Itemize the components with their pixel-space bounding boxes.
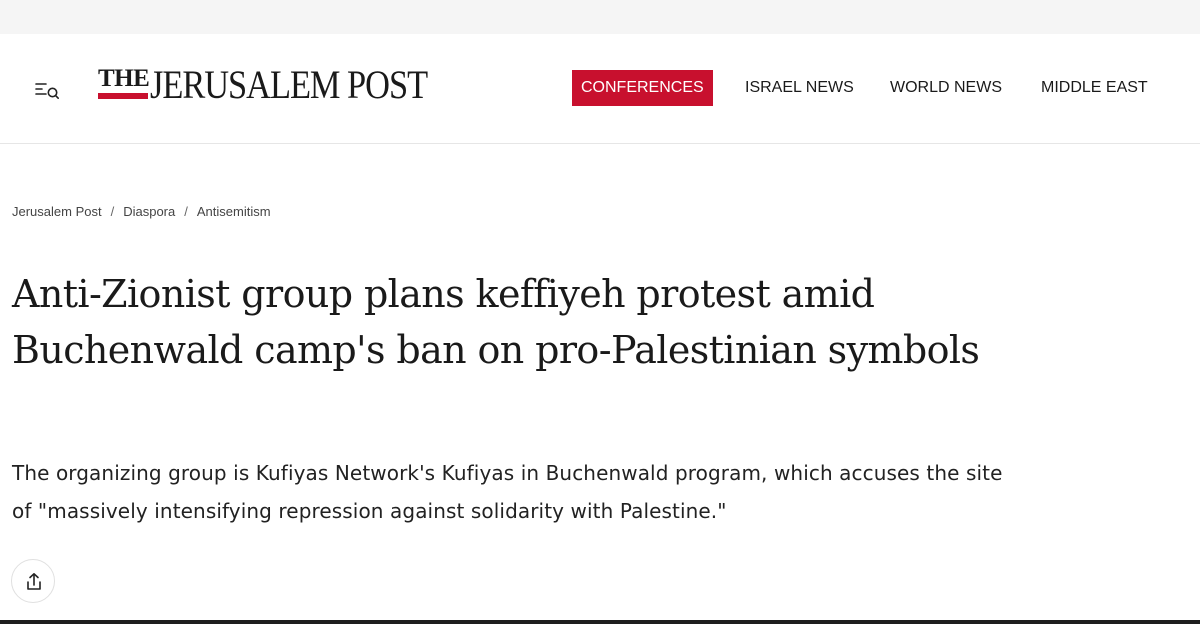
breadcrumb: Jerusalem Post / Diaspora / Antisemitism [12, 204, 271, 219]
menu-search-icon [35, 83, 60, 100]
top-strip [0, 0, 1200, 34]
nav-israel-news[interactable]: ISRAEL NEWS [745, 70, 854, 106]
logo-name: JERUSALEM POST [150, 62, 428, 107]
breadcrumb-antisemitism[interactable]: Antisemitism [197, 204, 271, 219]
share-icon [27, 573, 41, 590]
article-title: Anti-Zionist group plans keffiyeh protes… [12, 272, 980, 372]
site-header: THE JERUSALEM POST CONFERENCES ISRAEL NE… [0, 34, 1200, 144]
hero-image-edge [0, 620, 1200, 624]
article-subtitle: The organizing group is Kufiyas Network'… [12, 461, 1003, 523]
logo-red-bar [98, 93, 148, 99]
nav-middle-east[interactable]: MIDDLE EAST [1041, 70, 1148, 106]
breadcrumb-jerusalem-post[interactable]: Jerusalem Post [12, 204, 102, 219]
breadcrumb-separator: / [110, 204, 115, 219]
nav-conferences[interactable]: CONFERENCES [572, 70, 713, 106]
menu-search-button[interactable] [30, 76, 64, 102]
site-logo[interactable]: THE JERUSALEM POST [98, 64, 438, 114]
breadcrumb-diaspora[interactable]: Diaspora [123, 204, 175, 219]
logo-the: THE [98, 65, 150, 92]
share-button[interactable] [11, 559, 55, 603]
breadcrumb-separator: / [184, 204, 188, 219]
nav-world-news[interactable]: WORLD NEWS [890, 70, 1002, 106]
